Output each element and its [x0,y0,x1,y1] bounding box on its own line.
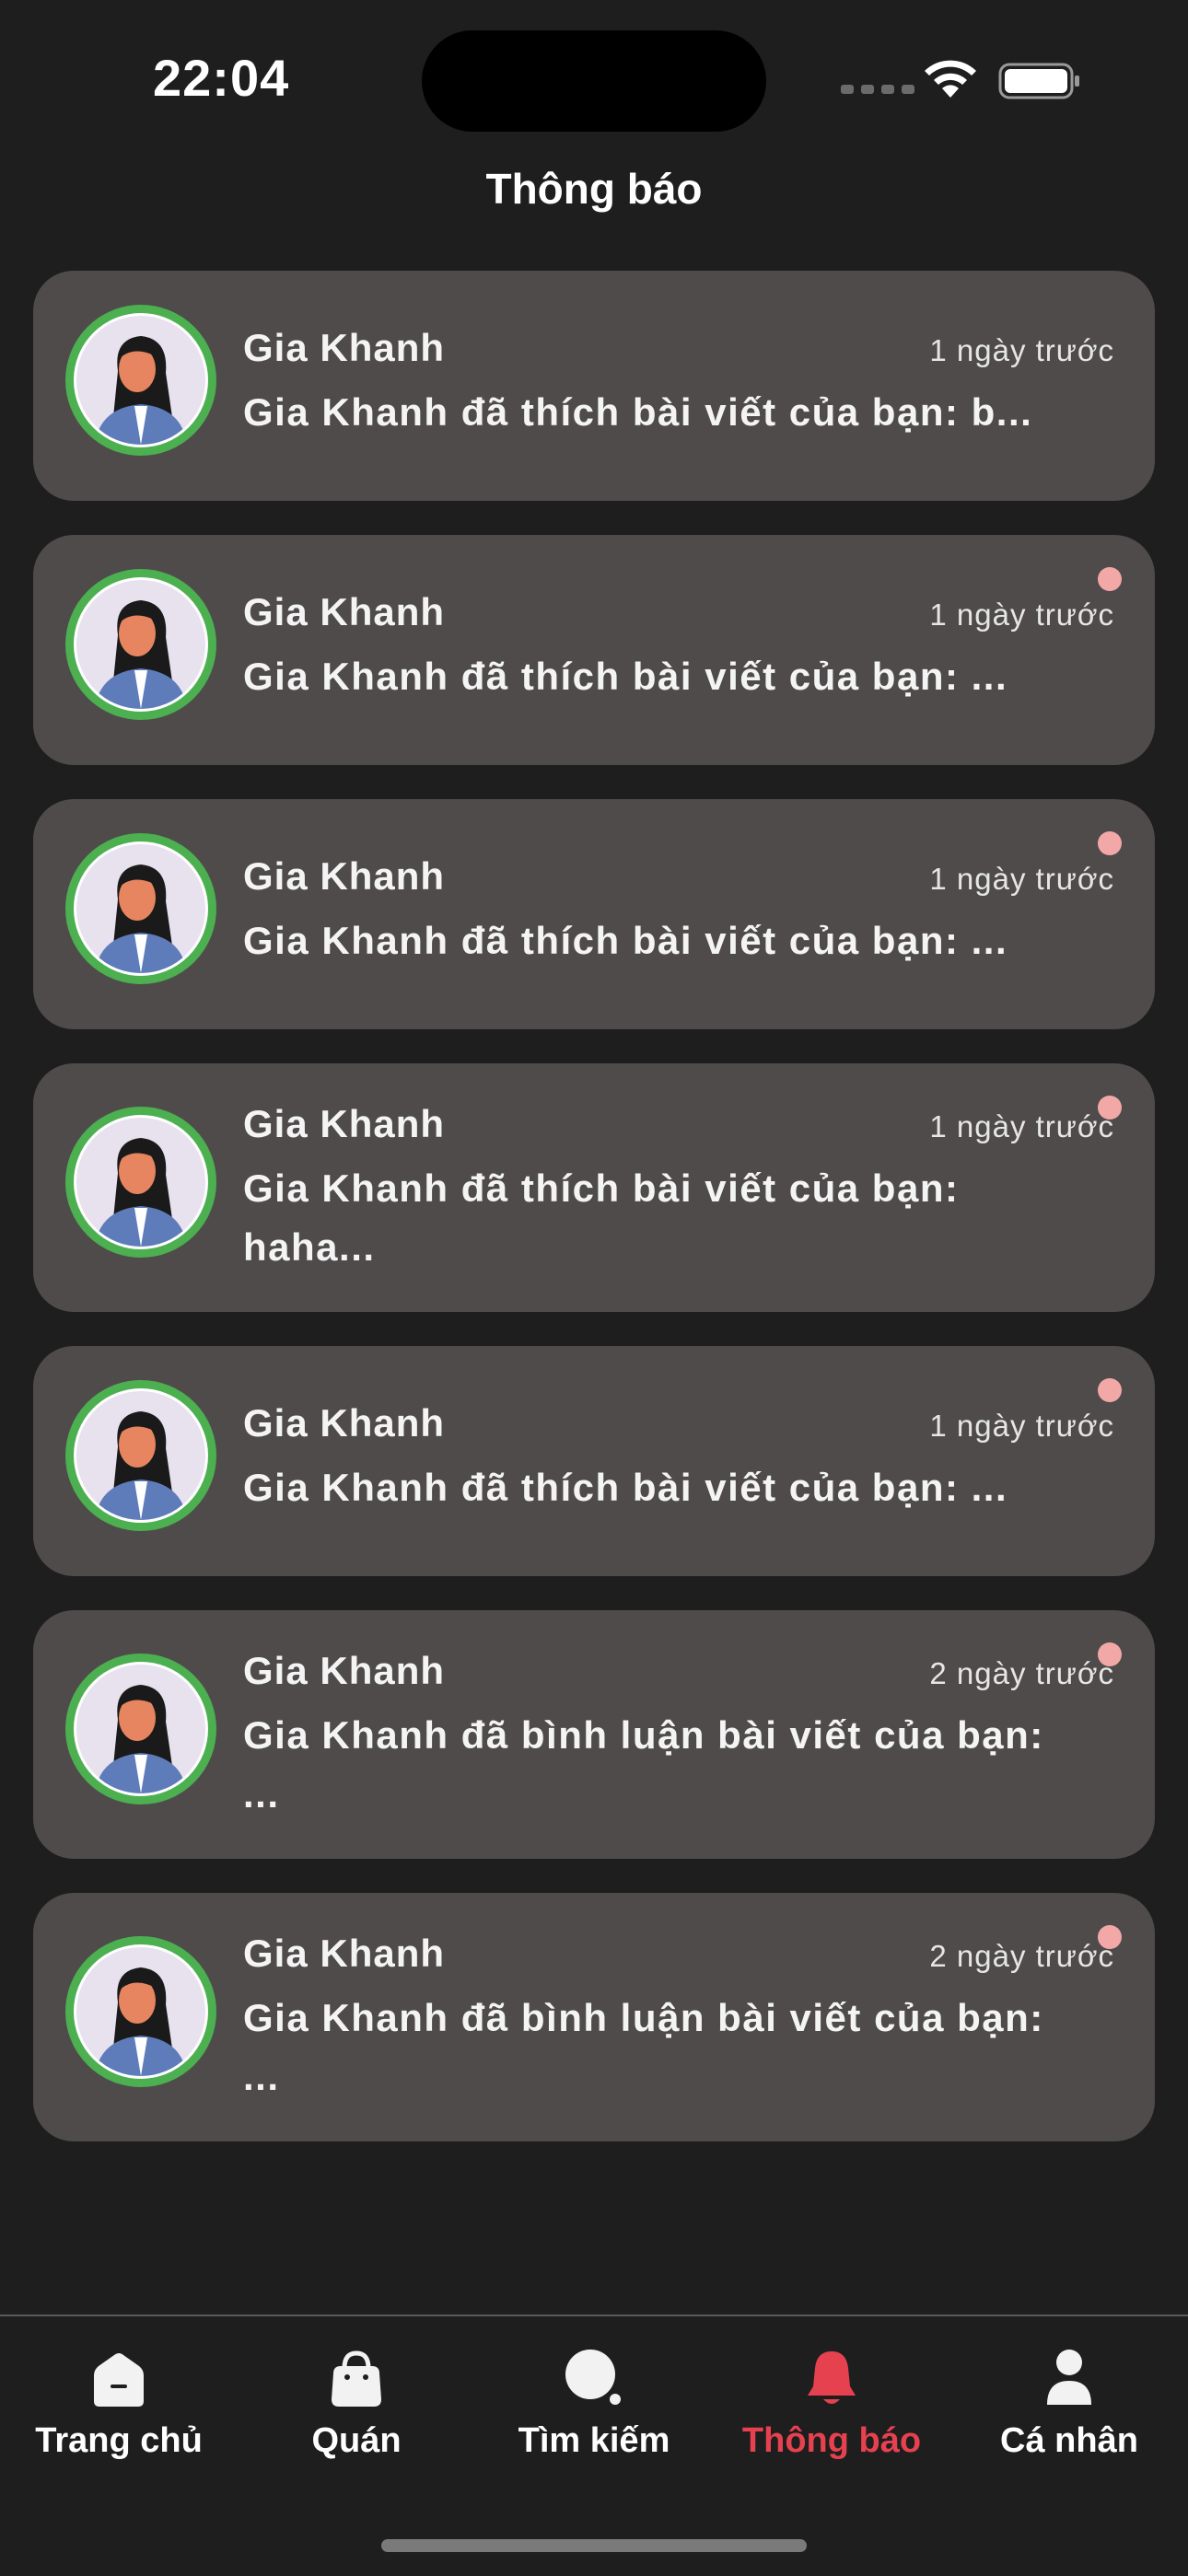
tab-label: Thông báo [741,2421,922,2460]
notification-time: 1 ngày trước [929,1109,1114,1143]
notification-time: 1 ngày trước [929,333,1114,367]
notification-sender: Gia Khanh [243,1932,446,1975]
notification-sender: Gia Khanh [243,326,446,369]
tab-shop[interactable]: Quán [238,2344,475,2461]
avatar [65,305,216,456]
avatar [65,1107,216,1258]
home-indicator [381,2539,807,2552]
notification-sender: Gia Khanh [243,1102,446,1145]
notification-card[interactable]: Gia Khanh 1 ngày trước Gia Khanh đã thíc… [33,271,1155,501]
avatar [65,1936,216,2087]
tab-label: Quán [311,2421,402,2460]
tab-label: Cá nhân [1000,2421,1138,2460]
notification-message: Gia Khanh đã thích bài viết của bạn: hah… [243,1166,960,1269]
dynamic-island [422,30,766,132]
notification-message: Gia Khanh đã thích bài viết của bạn: ... [243,1466,1008,1509]
notification-message: Gia Khanh đã thích bài viết của bạn: b..… [243,390,1033,434]
shopping-bag-icon [332,2350,381,2407]
notification-message: Gia Khanh đã bình luận bài viết của bạn:… [243,1996,1044,2098]
notification-card[interactable]: Gia Khanh 1 ngày trước Gia Khanh đã thíc… [33,1346,1155,1576]
avatar [65,569,216,720]
wifi-icon [925,60,976,98]
person-icon [1047,2350,1091,2405]
unread-dot [1098,1378,1122,1402]
tab-search[interactable]: Tìm kiếm [475,2344,713,2461]
notification-card[interactable]: Gia Khanh 1 ngày trước Gia Khanh đã thíc… [33,799,1155,1029]
notification-time: 2 ngày trước [929,1656,1114,1690]
notification-card[interactable]: Gia Khanh 2 ngày trước Gia Khanh đã bình… [33,1893,1155,2141]
notification-time: 1 ngày trước [929,862,1114,896]
home-icon [94,2353,144,2407]
notification-sender: Gia Khanh [243,590,446,633]
notification-card[interactable]: Gia Khanh 1 ngày trước Gia Khanh đã thíc… [33,535,1155,765]
notification-sender: Gia Khanh [243,1401,446,1445]
battery-icon [998,63,1079,99]
notification-card[interactable]: Gia Khanh 1 ngày trước Gia Khanh đã thíc… [33,1063,1155,1312]
tab-profile[interactable]: Cá nhân [950,2344,1188,2461]
bell-icon [808,2351,856,2404]
notification-time: 1 ngày trước [929,598,1114,632]
notification-card[interactable]: Gia Khanh 2 ngày trước Gia Khanh đã bình… [33,1610,1155,1859]
cellular-signal-icon [841,85,914,94]
notification-sender: Gia Khanh [243,854,446,898]
page-title: Thông báo [485,165,703,213]
tab-label: Trang chủ [35,2421,203,2460]
notification-message: Gia Khanh đã bình luận bài viết của bạn:… [243,1713,1044,1816]
notification-sender: Gia Khanh [243,1649,446,1692]
avatar [65,1654,216,1804]
notification-time: 2 ngày trước [929,1939,1114,1973]
search-icon [565,2350,621,2405]
avatar [65,833,216,984]
notification-time: 1 ngày trước [929,1409,1114,1443]
status-time: 22:04 [153,49,290,107]
tab-home[interactable]: Trang chủ [0,2344,238,2461]
unread-dot [1098,567,1122,591]
tab-notifications[interactable]: Thông báo [713,2344,950,2461]
unread-dot [1098,831,1122,855]
notification-message: Gia Khanh đã thích bài viết của bạn: ... [243,655,1008,698]
bottom-nav: Trang chủ Quán Tìm kiếm Thông báo Cá nhâ… [0,2315,1188,2576]
tab-label: Tìm kiếm [518,2421,670,2460]
notification-message: Gia Khanh đã thích bài viết của bạn: ... [243,919,1008,962]
avatar [65,1380,216,1531]
